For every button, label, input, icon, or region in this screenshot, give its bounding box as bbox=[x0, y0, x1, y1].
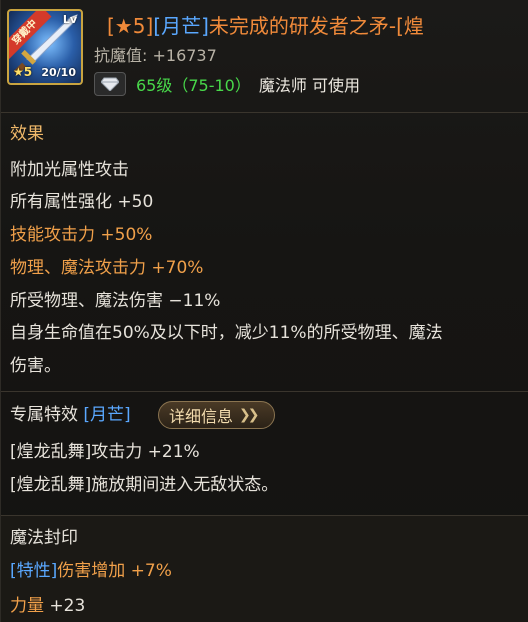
level-row: 65级（75-10） 魔法师 可使用 bbox=[94, 72, 360, 96]
detail-info-button[interactable]: 详细信息 ❯❯ bbox=[158, 401, 275, 429]
exclusive-title-label: 专属特效 bbox=[10, 405, 78, 425]
item-tooltip-panel: 穿戴中 Lv ★5 20/10 [★5][月芒]未完成的研发者之矛-[煌 抗魔值… bbox=[0, 0, 528, 622]
icon-level-badge: Lv bbox=[62, 13, 77, 26]
divider bbox=[1, 112, 528, 113]
divider bbox=[1, 391, 528, 392]
effect-line: 所受物理、魔法伤害 −11% bbox=[10, 291, 221, 311]
exclusive-effect-title: 专属特效 [月芒] bbox=[10, 404, 131, 426]
title-star-tag: [★5] bbox=[107, 14, 154, 38]
diamond-icon bbox=[94, 72, 126, 96]
stat-name: 力量 bbox=[10, 596, 44, 616]
icon-star-count: ★5 bbox=[13, 65, 33, 79]
trait-text: 伤害增加 +7% bbox=[57, 561, 172, 581]
effect-line: 附加光属性攻击 bbox=[10, 160, 129, 180]
sword-item-icon[interactable]: 穿戴中 Lv ★5 20/10 bbox=[7, 9, 83, 85]
exclusive-line: [煌龙乱舞]攻击力 +21% bbox=[10, 442, 200, 462]
magic-seal-title: 魔法封印 bbox=[10, 528, 78, 548]
level-requirement: 65级（75-10） bbox=[136, 76, 251, 95]
double-chevron-right-icon: ❯❯ bbox=[239, 407, 260, 423]
class-requirement: 魔法师 可使用 bbox=[258, 76, 360, 95]
trait-tag: [特性] bbox=[10, 561, 58, 581]
divider bbox=[1, 515, 528, 516]
item-title: [★5][月芒]未完成的研发者之矛-[煌 bbox=[107, 12, 525, 40]
title-moon-tag: [月芒] bbox=[153, 14, 209, 38]
stat-value: +23 bbox=[49, 596, 86, 616]
effect-line: 物理、魔法攻击力 +70% bbox=[10, 258, 204, 278]
effect-title: 效果 bbox=[10, 124, 44, 144]
effect-line: 技能攻击力 +50% bbox=[10, 225, 153, 245]
effect-line: 自身生命值在50%及以下时，减少11%的所受物理、魔法 bbox=[10, 323, 443, 343]
title-item-name: 未完成的研发者之矛-[煌 bbox=[208, 14, 424, 38]
detail-info-label: 详细信息 bbox=[169, 407, 234, 426]
effect-line: 伤害。 bbox=[10, 356, 61, 376]
anti-magic-value: 抗魔值: +16737 bbox=[94, 46, 217, 65]
effect-line: 所有属性强化 +50 bbox=[10, 192, 154, 212]
exclusive-tag: [月芒] bbox=[83, 405, 131, 425]
icon-count: 20/10 bbox=[41, 66, 76, 79]
seal-trait-line: [特性]伤害增加 +7% bbox=[10, 560, 172, 582]
seal-stat-line: 力量 +23 bbox=[10, 595, 85, 617]
exclusive-line: [煌龙乱舞]施放期间进入无敌状态。 bbox=[10, 475, 279, 495]
